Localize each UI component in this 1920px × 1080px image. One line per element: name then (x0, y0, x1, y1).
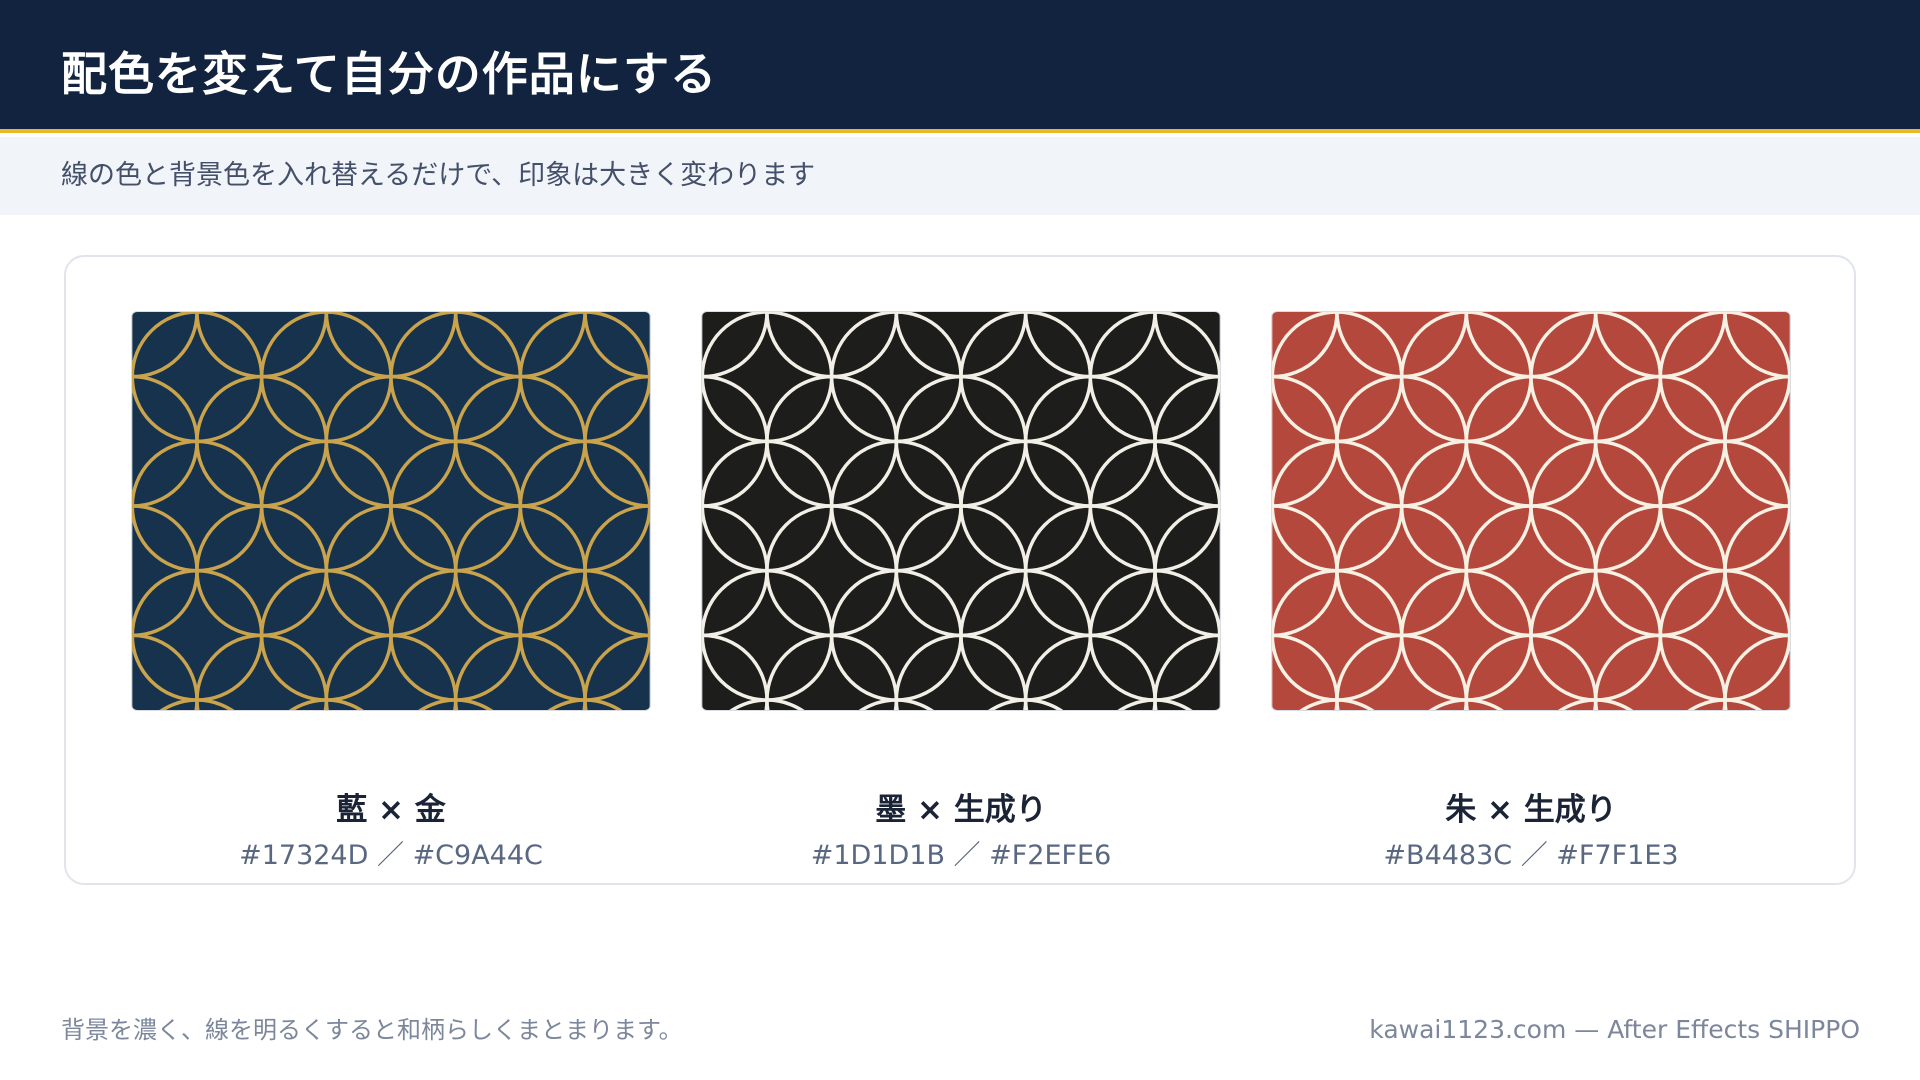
shippo-pattern-tile (701, 311, 1221, 711)
header-bar: 配色を変えて自分の作品にする (0, 0, 1920, 133)
page-subtitle: 線の色と背景色を入れ替えるだけで、印象は大きく変わります (61, 160, 816, 191)
swatch-ink-kinari: 墨 × 生成り #1D1D1B ／ #F2EFE6 (701, 311, 1221, 871)
swatch-name: 朱 × 生成り (1445, 792, 1617, 828)
shippo-ring (650, 700, 651, 711)
shippo-pattern-tile (1271, 311, 1791, 711)
shippo-ring (650, 311, 651, 312)
subtitle-band: 線の色と背景色を入れ替えるだけで、印象は大きく変わります (0, 137, 1920, 215)
swatch-hex-codes: #B4483C ／ #F7F1E3 (1383, 840, 1679, 871)
swatch-name: 墨 × 生成り (875, 792, 1047, 828)
shippo-ring (701, 700, 702, 711)
page-title: 配色を変えて自分の作品にする (61, 47, 718, 101)
footer-note: 背景を濃く、線を明るくすると和柄らしくまとまります。 (61, 1016, 683, 1044)
shippo-ring (131, 311, 132, 312)
palette-card: 藍 × 金 #17324D ／ #C9A44C 墨 × 生成り #1D1D1B … (64, 255, 1856, 885)
shippo-ring (1220, 311, 1221, 312)
shippo-ring (701, 311, 702, 312)
footer-credit: kawai1123.com — After Effects SHIPPO (1369, 1015, 1860, 1044)
shippo-ring (1271, 700, 1272, 711)
swatch-indigo-gold: 藍 × 金 #17324D ／ #C9A44C (131, 311, 651, 871)
shippo-ring (1790, 311, 1791, 312)
shippo-ring (1271, 311, 1272, 312)
shippo-ring (1220, 700, 1221, 711)
swatch-vermilion-kinari: 朱 × 生成り #B4483C ／ #F7F1E3 (1271, 311, 1791, 871)
shippo-ring (131, 700, 132, 711)
swatch-hex-codes: #1D1D1B ／ #F2EFE6 (810, 840, 1112, 871)
swatch-hex-codes: #17324D ／ #C9A44C (239, 840, 543, 871)
swatch-name: 藍 × 金 (336, 792, 446, 828)
shippo-pattern-tile (131, 311, 651, 711)
shippo-ring (1790, 700, 1791, 711)
